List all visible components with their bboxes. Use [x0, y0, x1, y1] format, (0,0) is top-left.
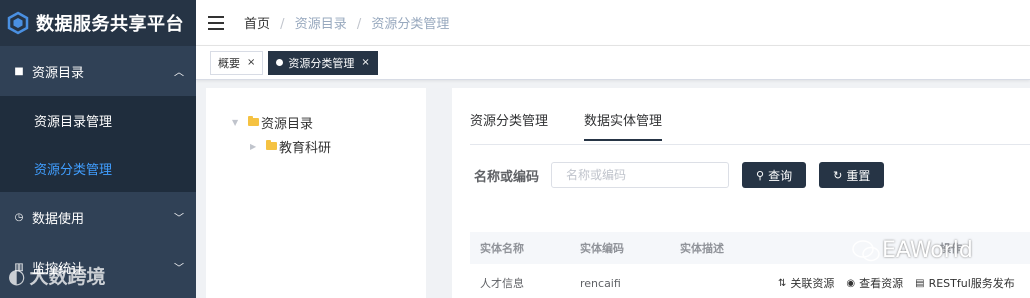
sidebar-submenu: 资源目录管理 资源分类管理	[0, 96, 196, 192]
tag-label: 资源分类管理	[288, 56, 355, 70]
sidebar-subitem-category-management[interactable]: 资源分类管理	[0, 144, 196, 192]
table-row: 人才信息 rencaifi ⇅ 关联资源 ◉ 查看资源 ▤ RESTful服务发…	[470, 268, 1030, 298]
tab-category-management[interactable]: 资源分类管理	[470, 110, 548, 141]
caret-right-icon[interactable]: ▶	[250, 142, 262, 151]
tree-node-label: 教育科研	[279, 140, 332, 156]
search-form: 名称或编码 ⚲ 查询 ↻ 重置	[474, 162, 885, 188]
watermark-text: EAWorld	[882, 238, 973, 263]
chevron-down-icon: ﹀	[174, 213, 184, 225]
sidebar-subitem-catalog-management[interactable]: 资源目录管理	[0, 96, 196, 144]
document-icon: ▤	[915, 277, 925, 289]
breadcrumb-item[interactable]: 首页	[244, 17, 270, 32]
sidebar-item-label: 数据使用	[32, 211, 85, 227]
wechat-icon	[852, 239, 880, 261]
action-label: 查看资源	[859, 277, 904, 290]
chevron-down-icon: ﹀	[174, 263, 184, 275]
logo-icon	[7, 11, 29, 35]
app-title: 数据服务共享平台	[36, 14, 184, 35]
tabs: 资源分类管理 数据实体管理	[470, 110, 698, 141]
breadcrumb-item: 资源分类管理	[371, 17, 450, 32]
document-icon: ■	[14, 65, 24, 77]
column-header: 实体编码	[580, 242, 624, 255]
column-header: 实体描述	[680, 242, 724, 255]
search-icon: ⚲	[756, 168, 765, 182]
caret-down-icon[interactable]: ▼	[232, 118, 244, 127]
tree-node-root[interactable]: ▼ 资源目录	[232, 110, 426, 134]
watermark-eaworld: EAWorld	[852, 238, 973, 263]
breadcrumb-item: 资源目录	[294, 17, 347, 32]
chevron-up-icon: ︿	[174, 67, 184, 79]
watermark-text: 大数跨境	[29, 266, 106, 288]
view-resource-action[interactable]: ◉ 查看资源	[846, 275, 903, 291]
action-label: 关联资源	[790, 277, 835, 290]
restful-publish-action[interactable]: ▤ RESTful服务发布	[915, 275, 1015, 291]
tab-entity-management[interactable]: 数据实体管理	[584, 110, 663, 141]
watermark-logo-icon: ◐	[8, 263, 26, 288]
category-tree: ▼ 资源目录 ▶ 教育科研	[206, 88, 426, 298]
query-button[interactable]: ⚲ 查询	[742, 162, 807, 188]
row-actions: ⇅ 关联资源 ◉ 查看资源 ▤ RESTful服务发布	[778, 275, 1027, 291]
tag-category-management[interactable]: 资源分类管理 ×	[268, 50, 378, 75]
reset-button-label: 重置	[846, 168, 871, 183]
hamburger-icon[interactable]	[208, 15, 224, 30]
tags-view: 概要 × 资源分类管理 ×	[196, 46, 1030, 80]
refresh-icon: ↻	[833, 168, 843, 182]
close-icon[interactable]: ×	[247, 57, 255, 68]
link-resource-action[interactable]: ⇅ 关联资源	[778, 275, 834, 291]
column-header: 实体名称	[480, 242, 524, 255]
search-label: 名称或编码	[474, 169, 540, 185]
tree-node-label: 资源目录	[261, 116, 314, 132]
breadcrumb-separator: /	[356, 17, 362, 32]
sidebar-item-label: 资源目录	[32, 65, 85, 81]
breadcrumb-separator: /	[280, 17, 285, 32]
tabs-divider	[470, 144, 1030, 145]
header: 首页 / 资源目录 / 资源分类管理	[196, 0, 1030, 46]
watermark-dashukuajing: ◐ 大数跨境	[8, 262, 105, 289]
clock-icon: ◷	[14, 211, 24, 223]
close-icon[interactable]: ×	[361, 57, 369, 68]
main-panel: 资源分类管理 数据实体管理 名称或编码 ⚲ 查询 ↻ 重置 实体名称 实体编码 …	[452, 88, 1030, 298]
breadcrumb: 首页 / 资源目录 / 资源分类管理	[244, 13, 449, 32]
sidebar-subitem-label: 资源分类管理	[34, 162, 113, 178]
cell-entity-code: rencaifi	[580, 276, 621, 290]
folder-icon	[266, 140, 277, 150]
eye-icon: ◉	[846, 277, 856, 289]
sidebar-item-resource-catalog[interactable]: ■ 资源目录 ︿	[0, 46, 196, 96]
query-button-label: 查询	[768, 168, 793, 183]
tag-label: 概要	[218, 56, 240, 70]
cell-entity-name: 人才信息	[480, 277, 524, 290]
reset-button[interactable]: ↻ 重置	[819, 162, 885, 188]
action-label: RESTful服务发布	[928, 277, 1015, 290]
sidebar-item-data-usage[interactable]: ◷ 数据使用 ﹀	[0, 192, 196, 242]
search-input[interactable]	[551, 162, 730, 188]
sidebar: 数据服务共享平台 ■ 资源目录 ︿ 资源目录管理 资源分类管理 ◷ 数据使用 ﹀…	[0, 0, 196, 298]
link-icon: ⇅	[778, 277, 787, 289]
tree-node-child[interactable]: ▶ 教育科研	[232, 134, 426, 158]
active-dot-icon	[276, 59, 284, 66]
logo: 数据服务共享平台	[0, 0, 196, 46]
sidebar-subitem-label: 资源目录管理	[34, 114, 113, 130]
folder-icon	[248, 116, 259, 126]
tag-overview[interactable]: 概要 ×	[210, 50, 264, 75]
